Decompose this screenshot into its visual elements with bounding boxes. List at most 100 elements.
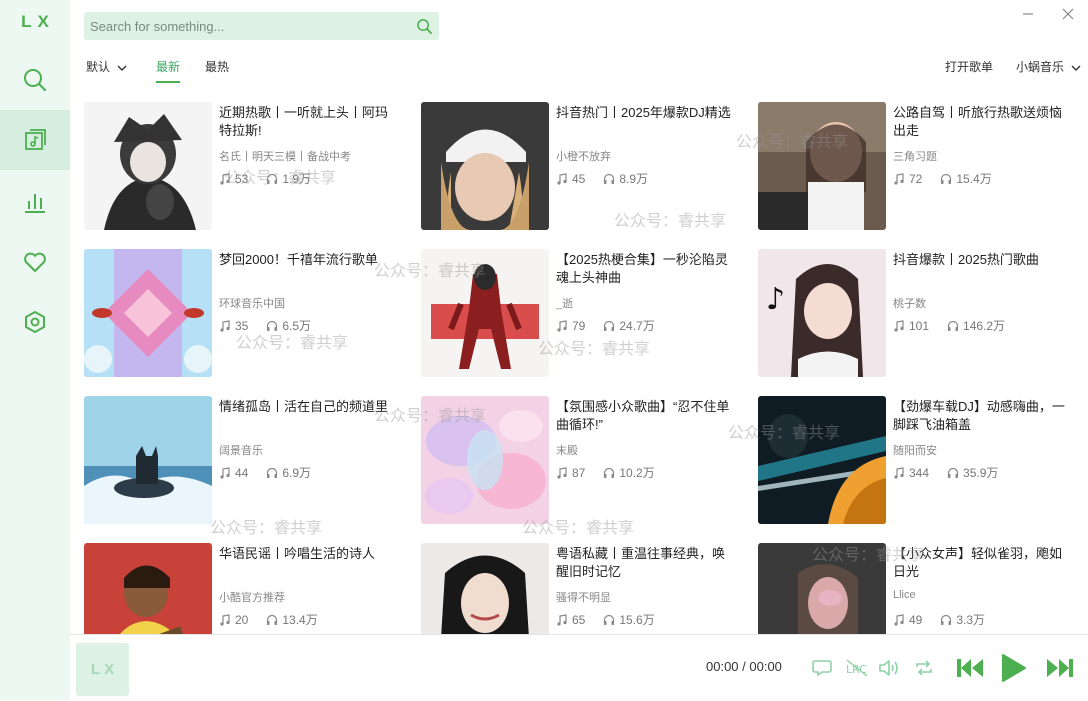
playlist-play-count: 8.9万: [619, 172, 649, 186]
playlist-song-count: 45: [572, 171, 586, 186]
music-note-icon: [220, 466, 230, 479]
playlist-cover[interactable]: [758, 102, 886, 230]
headphones-icon: [604, 173, 615, 184]
playlist-card[interactable]: ♪ 抖音爆款丨2025热门歌曲 桃子数 101 146.2万: [758, 249, 1078, 377]
playlist-cover[interactable]: [421, 543, 549, 634]
headphones-icon: [947, 467, 959, 478]
player-bar: LX 00:00 / 00:00 LRC: [70, 634, 1088, 701]
search-button[interactable]: [409, 12, 439, 40]
playlist-stats: 344 35.9万: [893, 464, 998, 481]
playlist-name[interactable]: 【氛围感小众歌曲】“忍不住单曲循环!”: [556, 398, 736, 434]
sort-dropdown[interactable]: 默认: [86, 58, 128, 75]
lyrics-button[interactable]: LRC: [844, 657, 870, 679]
close-button[interactable]: [1060, 6, 1076, 22]
playlist-card[interactable]: 华语民谣丨吟唱生活的诗人 小酷官方推荐 20 13.4万: [84, 543, 404, 634]
tab-hot[interactable]: 最热: [205, 58, 229, 75]
playlist-cover[interactable]: [84, 102, 212, 230]
loop-mode-button[interactable]: [912, 657, 936, 679]
playlist-author: 三角习题: [893, 151, 937, 163]
playlist-author: 名氏丨明天三模丨备战中考: [219, 151, 351, 163]
playlist-card[interactable]: 情绪孤岛丨活在自己的频道里 阔景音乐 44 6.9万: [84, 396, 404, 524]
svg-text:♪: ♪: [766, 282, 785, 317]
search-icon: [24, 69, 47, 92]
playlist-cover[interactable]: [84, 396, 212, 524]
minimize-button[interactable]: [1020, 6, 1036, 22]
search-icon: [416, 18, 432, 34]
playlist-cover[interactable]: [84, 249, 212, 377]
playlist-author: _逝: [556, 298, 574, 310]
playlist-song-count: 49: [909, 612, 923, 627]
playlist-cover[interactable]: [421, 396, 549, 524]
playlist-song-count: 101: [909, 318, 930, 333]
playlist-name[interactable]: 梦回2000！千禧年流行歌单: [219, 251, 399, 269]
playlist-cover[interactable]: ♪: [758, 249, 886, 377]
sidebar-item-settings[interactable]: [0, 292, 70, 352]
headphones-icon: [604, 467, 615, 478]
playlist-author: 骚得不明显: [556, 592, 611, 604]
playlist-card[interactable]: 粤语私藏丨重温往事经典，唤醒旧时记忆 骚得不明显 65 15.6万: [421, 543, 741, 634]
playlist-name[interactable]: 近期热歌丨一听就上头丨阿玛特拉斯!: [219, 104, 399, 140]
playlist-play-count: 3.3万: [956, 613, 986, 627]
music-note-icon: [220, 613, 230, 626]
playlist-card[interactable]: 【劲爆车载DJ】动感嗨曲，一脚踩飞油箱盖 随阳而安 344 35.9万: [758, 396, 1078, 524]
playlist-author: 随阳而安: [893, 445, 937, 457]
playlist-name[interactable]: 粤语私藏丨重温往事经典，唤醒旧时记忆: [556, 545, 736, 581]
playlist-play-count: 6.9万: [282, 466, 312, 480]
playlist-song-count: 35: [235, 318, 249, 333]
playlist-play-count: 6.5万: [282, 319, 312, 333]
playlist-author: 桃子数: [893, 298, 926, 310]
skip-previous-icon: [957, 659, 983, 677]
playlist-author: 小橙不放弃: [556, 151, 611, 163]
playlist-card[interactable]: 【2025热梗合集】一秒沦陷灵魂上头神曲 _逝 79 24.7万: [421, 249, 741, 377]
volume-button[interactable]: [876, 657, 902, 679]
playlist-cover[interactable]: [84, 543, 212, 634]
playlist-song-count: 87: [572, 465, 586, 480]
headphones-icon: [267, 614, 278, 625]
playlist-cover[interactable]: [421, 249, 549, 377]
playlist-name[interactable]: 公路自驾丨听旅行热歌送烦恼出走: [893, 104, 1073, 140]
playlist-cover[interactable]: [758, 543, 886, 634]
music-note-icon: [557, 319, 567, 332]
playlist-grid: 近期热歌丨一听就上头丨阿玛特拉斯! 名氏丨明天三模丨备战中考 53 1.9万 抖…: [84, 102, 1088, 634]
comment-icon: [812, 660, 832, 677]
playlist-name[interactable]: 【劲爆车载DJ】动感嗨曲，一脚踩飞油箱盖: [893, 398, 1073, 434]
playlist-card[interactable]: 梦回2000！千禧年流行歌单 环球音乐中国 35 6.5万: [84, 249, 404, 377]
playlist-name[interactable]: 【2025热梗合集】一秒沦陷灵魂上头神曲: [556, 251, 736, 287]
music-note-icon: [220, 319, 230, 332]
playlist-stats: 87 10.2万: [556, 464, 655, 481]
playlist-name[interactable]: 抖音热门丨2025年爆款DJ精选: [556, 104, 736, 122]
playlist-card[interactable]: 抖音热门丨2025年爆款DJ精选 小橙不放弃 45 8.9万: [421, 102, 741, 230]
playlist-song-count: 20: [235, 612, 249, 627]
playlist-name[interactable]: 【小众女声】轻似雀羽，飑如日光: [893, 545, 1073, 581]
player-cover[interactable]: LX: [76, 643, 129, 696]
comment-button[interactable]: [810, 657, 834, 679]
playlist-card[interactable]: 近期热歌丨一听就上头丨阿玛特拉斯! 名氏丨明天三模丨备战中考 53 1.9万: [84, 102, 404, 230]
playlist-song-count: 65: [572, 612, 586, 627]
playlist-cover[interactable]: [421, 102, 549, 230]
source-dropdown[interactable]: 小蜗音乐: [1016, 58, 1082, 75]
search-bar: [84, 12, 439, 40]
search-input[interactable]: [84, 17, 409, 35]
playlist-name[interactable]: 抖音爆款丨2025热门歌曲: [893, 251, 1073, 269]
player-time: 00:00 / 00:00: [706, 659, 782, 674]
music-note-icon: [557, 613, 567, 626]
tab-latest[interactable]: 最新: [156, 58, 181, 83]
playlist-card[interactable]: 【小众女声】轻似雀羽，飑如日光 Llice 49 3.3万: [758, 543, 1078, 634]
sidebar-item-songlist[interactable]: [0, 110, 70, 170]
next-button[interactable]: [1044, 653, 1076, 683]
settings-icon: [25, 311, 45, 333]
playlist-card[interactable]: 【氛围感小众歌曲】“忍不住单曲循环!” 末殿 87 10.2万: [421, 396, 741, 524]
sidebar-item-search[interactable]: [0, 50, 70, 110]
playlist-name[interactable]: 情绪孤岛丨活在自己的频道里: [219, 398, 399, 416]
chevron-down-icon: [117, 65, 127, 71]
sidebar-item-leaderboard[interactable]: [0, 172, 70, 232]
play-button[interactable]: [998, 651, 1030, 685]
open-songlist-button[interactable]: 打开歌单: [945, 58, 993, 75]
sidebar-item-favorites[interactable]: [0, 232, 70, 292]
playlist-cover[interactable]: [758, 396, 886, 524]
playlist-name[interactable]: 华语民谣丨吟唱生活的诗人: [219, 545, 399, 563]
playlist-stats: 79 24.7万: [556, 317, 655, 334]
previous-button[interactable]: [954, 653, 986, 683]
playlist-card[interactable]: 公路自驾丨听旅行热歌送烦恼出走 三角习题 72 15.4万: [758, 102, 1078, 230]
music-note-icon: [894, 172, 904, 185]
